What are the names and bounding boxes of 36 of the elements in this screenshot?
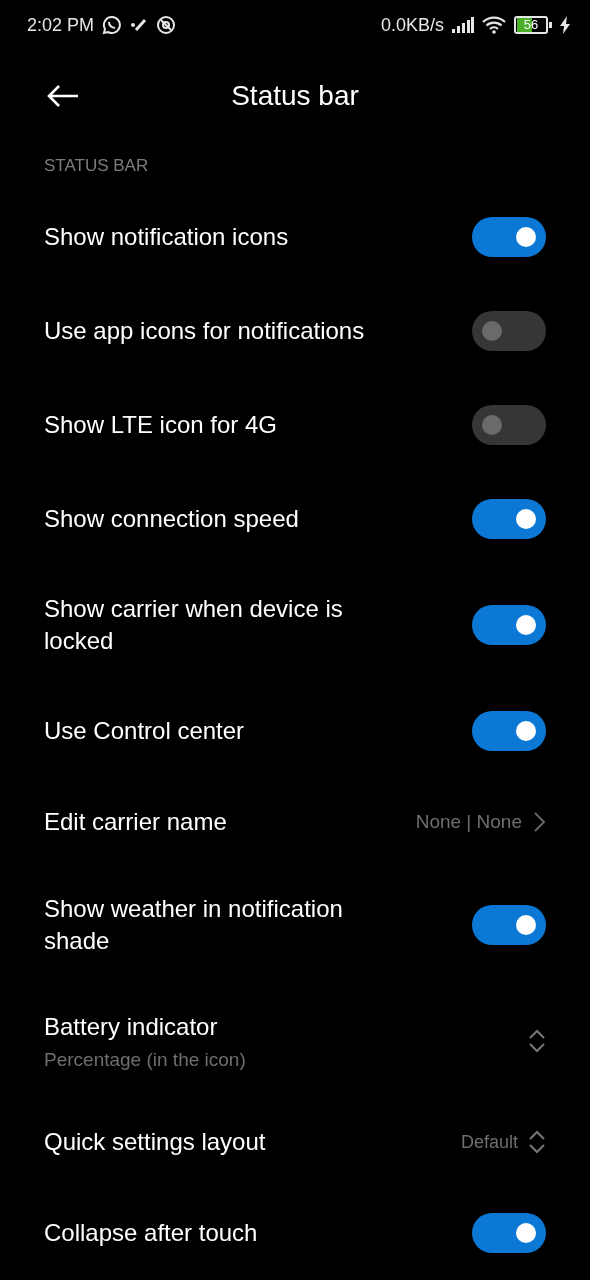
check-icon — [130, 17, 149, 33]
setting-label: Show weather in notification shade — [44, 894, 344, 956]
network-speed: 0.0KB/s — [380, 14, 444, 36]
setting-value: Percentage (in the icon) — [44, 1049, 247, 1071]
toggle-switch[interactable] — [472, 1213, 546, 1253]
toggle-switch[interactable] — [472, 405, 546, 445]
up-down-chevron-icon[interactable] — [528, 1028, 546, 1054]
setting-value: None | None — [415, 811, 522, 833]
toggle-switch[interactable] — [472, 217, 546, 257]
page-title: Status bar — [231, 80, 359, 112]
setting-label: Show connection speed — [44, 504, 300, 534]
chevron-right-icon[interactable] — [532, 811, 546, 833]
toggle-switch[interactable] — [472, 311, 546, 351]
setting-label: Use app icons for notifications — [44, 316, 366, 346]
setting-label: Use Control center — [44, 716, 246, 746]
toggle-switch[interactable] — [472, 499, 546, 539]
up-down-chevron-icon[interactable] — [528, 1129, 546, 1155]
setting-label: Edit carrier name — [44, 807, 228, 837]
signal-icon — [452, 17, 474, 33]
section-title: STATUS BAR — [44, 156, 149, 175]
wifi-icon — [482, 16, 506, 34]
chat-icon — [102, 15, 123, 35]
toggle-switch[interactable] — [472, 605, 546, 645]
setting-label: Show LTE icon for 4G — [44, 410, 278, 440]
circle-slash-icon — [156, 15, 177, 35]
back-arrow-icon — [46, 84, 80, 108]
setting-label: Show notification icons — [44, 222, 290, 252]
setting-label: Show carrier when device is locked — [44, 594, 344, 656]
setting-label: Quick settings layout — [44, 1127, 267, 1157]
clock: 2:02 PM — [27, 14, 95, 36]
setting-label: Collapse after touch — [44, 1218, 259, 1248]
setting-value: Default — [460, 1131, 518, 1153]
toggle-switch[interactable] — [472, 905, 546, 945]
setting-label: Battery indicator — [44, 1012, 219, 1042]
toggle-switch[interactable] — [472, 711, 546, 751]
lightning-icon — [560, 16, 570, 34]
